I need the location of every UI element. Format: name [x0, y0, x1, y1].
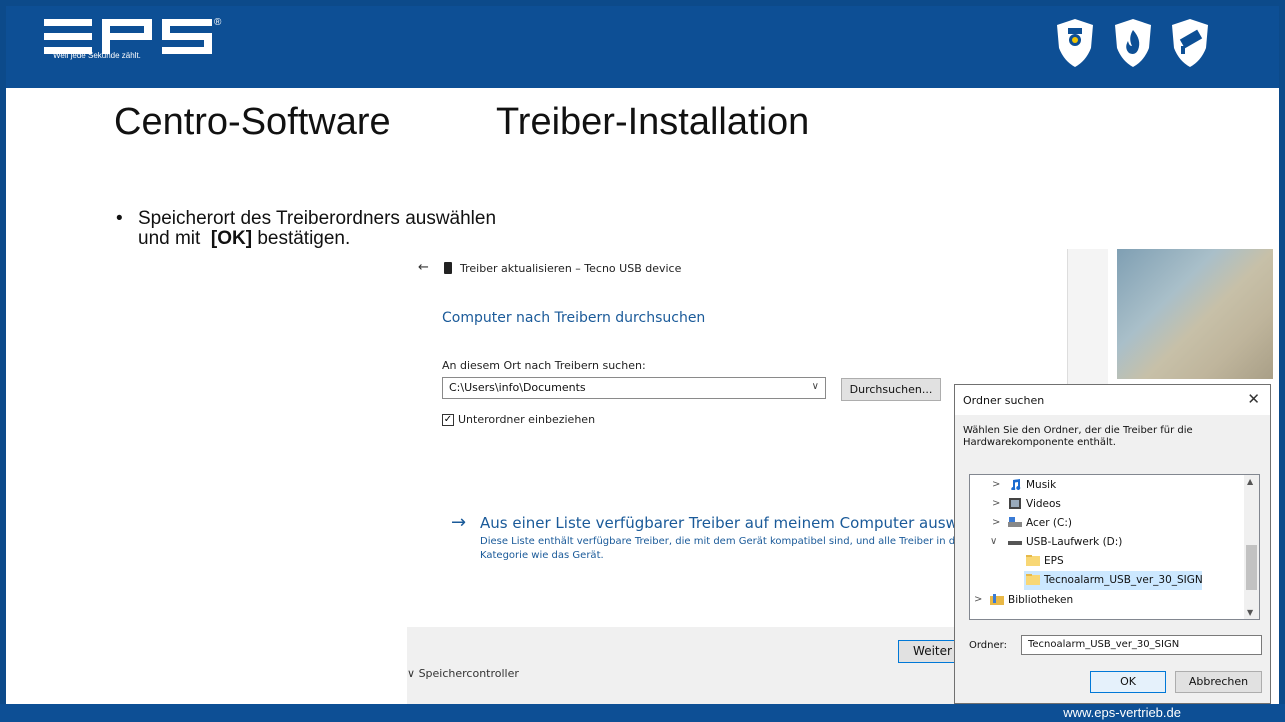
tree-label: Bibliotheken [1008, 594, 1074, 606]
driver-list-desc-line-2: Kategorie wie das Gerät. [480, 550, 604, 561]
folder-dialog-titlebar: Ordner suchen ✕ [955, 385, 1270, 415]
bullet-line-1: Speicherort des Treiberordners auswählen [138, 208, 497, 229]
scrollbar-thumb[interactable] [1246, 545, 1257, 590]
driver-list-description: Diese Liste enthält verfügbare Treiber, … [480, 535, 1000, 563]
music-icon [1011, 479, 1021, 490]
bullet-point: • Speicherort des Treiberordners auswähl… [116, 209, 496, 249]
driver-path-combobox[interactable]: C:\Users\info\Documents ∨ [442, 377, 826, 399]
background-device-list-item: ∨ Speichercontroller [407, 667, 519, 680]
camera-shield-icon [1172, 19, 1208, 67]
tree-label: USB-Laufwerk (D:) [1026, 536, 1123, 548]
bullet-ok-keyword: [OK] [210, 228, 253, 249]
driver-path-value: C:\Users\info\Documents [449, 381, 586, 394]
security-camera-shield-icon [1057, 19, 1093, 67]
driver-window-title: Treiber aktualisieren – Tecno USB device [460, 262, 682, 275]
footer-bar: www.eps-vertrieb.de [0, 704, 1285, 722]
tree-item-musik[interactable]: > Musik [970, 476, 1245, 495]
folder-dialog-title: Ordner suchen [963, 394, 1045, 407]
scroll-up-icon[interactable]: ▲ [1247, 477, 1253, 486]
chevron-right-icon[interactable]: > [992, 479, 1000, 490]
location-label: An diesem Ort nach Treibern suchen: [442, 359, 646, 372]
video-icon [1009, 498, 1021, 509]
tree-item-videos[interactable]: > Videos [970, 495, 1245, 514]
eps-logo: ® [44, 17, 224, 81]
tree-label: EPS [1044, 555, 1064, 567]
folder-icon [1026, 574, 1040, 585]
slide-title-right: Treiber-Installation [496, 101, 810, 143]
driver-window-heading: Computer nach Treibern durchsuchen [442, 310, 706, 326]
tree-item-acer-c[interactable]: > Acer (C:) [970, 514, 1245, 533]
tree-label: Acer (C:) [1026, 517, 1072, 529]
cancel-button[interactable]: Abbrechen [1175, 671, 1262, 693]
drive-icon [1008, 517, 1022, 527]
tree-item-bibliotheken[interactable]: > Bibliotheken [970, 591, 1245, 610]
folder-field-label: Ordner: [969, 640, 1007, 651]
ok-button[interactable]: OK [1090, 671, 1166, 693]
close-icon[interactable]: ✕ [1247, 390, 1260, 408]
driver-list-link[interactable]: Aus einer Liste verfügbarer Treiber auf … [480, 514, 999, 532]
folder-tree[interactable]: > Musik > Videos > Acer (C:) ∨ USB-Laufw… [969, 474, 1260, 620]
bullet-line-2-post: bestätigen. [257, 228, 351, 249]
bullet-line-2-pre: und mit [138, 228, 201, 249]
usb-drive-icon [1008, 541, 1022, 545]
background-device-list-label: Speichercontroller [418, 667, 519, 680]
chevron-down-icon[interactable]: ∨ [812, 381, 819, 392]
library-icon [990, 594, 1004, 605]
tree-item-tecnoalarm-selected[interactable]: Tecnoalarm_USB_ver_30_SIGN [1024, 571, 1203, 590]
header-bar: ® Weil jede Sekunde zählt. [6, 6, 1279, 88]
chevron-right-icon[interactable]: > [992, 498, 1000, 509]
driver-list-desc-line-1: Diese Liste enthält verfügbare Treiber, … [480, 536, 956, 547]
back-arrow-icon[interactable]: ← [418, 260, 429, 275]
folder-dialog-description: Wählen Sie den Ordner, der die Treiber f… [963, 425, 1193, 448]
tree-label: Tecnoalarm_USB_ver_30_SIGN [1044, 574, 1203, 586]
bullet-marker: • [116, 208, 123, 229]
slide-title-left: Centro-Software [114, 101, 391, 143]
chevron-down-icon[interactable]: ∨ [990, 536, 997, 547]
tree-item-usb-laufwerk[interactable]: ∨ USB-Laufwerk (D:) [970, 533, 1245, 552]
tree-item-eps[interactable]: EPS [970, 552, 1245, 571]
tagline: Weil jede Sekunde zählt. [53, 51, 141, 60]
arrow-right-icon: → [451, 512, 467, 533]
scroll-down-icon[interactable]: ▼ [1247, 608, 1253, 617]
chevron-right-icon[interactable]: > [974, 594, 982, 605]
footer-url: www.eps-vertrieb.de [1063, 705, 1181, 720]
desktop-wallpaper [1117, 249, 1273, 379]
tree-label: Videos [1026, 498, 1061, 510]
device-icon [444, 262, 452, 274]
browse-button[interactable]: Durchsuchen... [841, 378, 941, 401]
subfolders-label: Unterordner einbeziehen [458, 413, 596, 426]
folder-browse-dialog: Ordner suchen ✕ Wählen Sie den Ordner, d… [954, 384, 1271, 704]
folder-field-input[interactable]: Tecnoalarm_USB_ver_30_SIGN [1021, 635, 1262, 655]
registered-mark: ® [214, 17, 222, 28]
subfolders-checkbox[interactable]: ✓ [442, 414, 454, 426]
tree-label: Musik [1026, 479, 1057, 491]
chevron-right-icon[interactable]: > [992, 517, 1000, 528]
fire-shield-icon [1115, 19, 1151, 67]
folder-icon [1026, 555, 1040, 566]
folder-tree-scrollbar[interactable]: ▲ ▼ [1244, 475, 1259, 619]
